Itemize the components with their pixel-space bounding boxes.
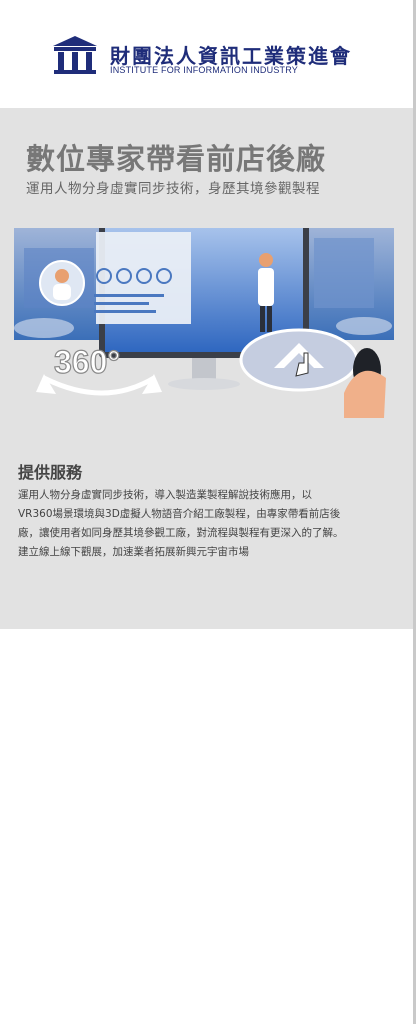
services-line: 廠，讓使用者如同身歷其境參觀工廠，對流程與製程有更深入的了解。 xyxy=(18,527,344,539)
badge-360-label: 360° xyxy=(54,344,120,380)
feature-panel: 數位專家帶看前店後廠 運用人物分身虛實同步技術，身歷其境參觀製程 360° 提供… xyxy=(0,108,413,629)
page-title: 數位專家帶看前店後廠 xyxy=(26,142,327,176)
org-name-en: INSTITUTE FOR INFORMATION INDUSTRY xyxy=(110,65,298,75)
services-line: 建立線上線下觀展，加速業者拓展新興元宇宙市場 xyxy=(18,546,249,558)
services-line: VR360場景環境與3D虛擬人物語音介紹工廠製程，由專家帶看前店後 xyxy=(18,508,341,520)
services-description: 運用人物分身虛實同步技術，導入製造業製程解說技術應用，以 VR360場景環境與3… xyxy=(18,486,390,562)
services-heading: 提供服務 xyxy=(18,463,83,482)
site-header: 財團法人資訊工業策進會 INSTITUTE FOR INFORMATION IN… xyxy=(0,0,413,108)
services-line: 運用人物分身虛實同步技術，導入製造業製程解說技術應用，以 xyxy=(18,489,312,501)
institute-building-logo-icon[interactable] xyxy=(52,35,98,75)
page-subtitle: 運用人物分身虛實同步技術，身歷其境參觀製程 xyxy=(26,181,320,197)
hero-illustration: 360° xyxy=(14,228,394,418)
navigation-disc xyxy=(239,328,359,392)
